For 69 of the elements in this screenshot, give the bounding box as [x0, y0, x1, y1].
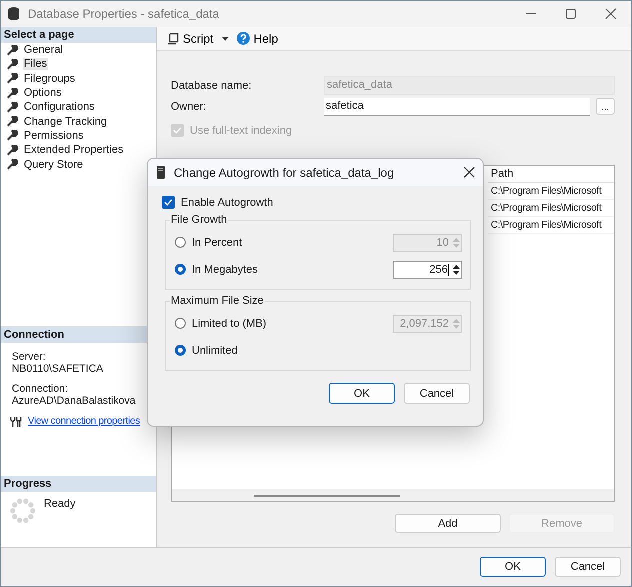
page-item[interactable]: Options [23, 87, 63, 100]
page-item[interactable]: Query Store [23, 158, 84, 171]
full-text-indexing-label: Use full-text indexing [190, 124, 292, 136]
enable-autogrowth-checkbox[interactable] [162, 196, 175, 209]
wrench-icon [7, 44, 18, 56]
dialog-button[interactable]: Cancel [404, 383, 470, 404]
radio-button[interactable] [175, 318, 186, 329]
radio-button[interactable] [175, 345, 186, 356]
grid-action-button[interactable]: Add [395, 514, 501, 533]
dialog-button[interactable]: OK [480, 557, 546, 577]
progress-status: Ready [44, 498, 76, 510]
wrench-icon [7, 116, 18, 128]
wrench-icon [7, 130, 18, 142]
option-label: In Megabytes [192, 264, 260, 276]
spinner-icon [10, 498, 36, 524]
browse-button[interactable]: ... [596, 98, 615, 115]
option-label: In Percent [192, 236, 244, 248]
owner-label: Owner: [171, 100, 208, 112]
help-icon [236, 32, 250, 45]
wrench-icon [7, 58, 18, 70]
database-icon [8, 7, 20, 21]
dialog-title: Change Autogrowth for safetica_data_log [174, 166, 394, 180]
page-item[interactable]: Permissions [23, 130, 85, 142]
group-title: File Growth [170, 214, 228, 226]
database-name-field: safetica_data [324, 76, 615, 95]
dropdown-caret-icon[interactable] [222, 36, 229, 40]
group-title: Maximum File Size [170, 295, 265, 307]
option-label: Limited to (MB) [192, 318, 268, 330]
page-item[interactable]: Files [23, 58, 48, 70]
dialog-button[interactable]: OK [329, 383, 395, 404]
server-icon [157, 166, 165, 179]
wrench-icon [7, 102, 18, 113]
path-cell-text: C:\Program Files\Microsoft [490, 220, 602, 230]
scrollbar-thumb[interactable] [254, 495, 400, 497]
path-cell-text: C:\Program Files\Microsoft [490, 186, 602, 196]
radio-button[interactable] [175, 237, 186, 248]
server-value: NB0110\SAFETICA [12, 363, 104, 375]
page-item[interactable]: Configurations [23, 101, 96, 114]
connection-value: AzureAD\DanaBalastikova [12, 395, 137, 407]
page-item[interactable]: Change Tracking [23, 116, 108, 128]
wrench-icon [7, 88, 18, 99]
column-header[interactable]: Path [488, 168, 514, 180]
page-item[interactable]: General [23, 44, 64, 56]
wrench-icon [7, 73, 18, 84]
wrench-icon [7, 144, 18, 156]
option-label: Unlimited [192, 344, 239, 356]
section-header: Progress [1, 476, 156, 492]
connection-label: Connection: [12, 383, 70, 395]
script-button[interactable]: Script [165, 32, 216, 46]
wrench-icon [7, 159, 18, 170]
owner-field[interactable]: safetica [324, 98, 590, 116]
page-item[interactable]: Extended Properties [23, 144, 125, 156]
plug-icon [10, 416, 22, 427]
close-icon[interactable] [464, 167, 475, 178]
server-label: Server: [12, 351, 47, 363]
dialog-button[interactable]: Cancel [555, 557, 621, 577]
section-header: Select a page [1, 27, 156, 43]
database-name-label: Database name: [171, 80, 253, 92]
page-item[interactable]: Filegroups [23, 72, 76, 85]
number-spinner[interactable]: 256 [393, 260, 462, 278]
radio-button[interactable] [175, 264, 186, 275]
help-button[interactable]: Help [234, 32, 280, 46]
enable-autogrowth-label: Enable Autogrowth [181, 196, 274, 208]
maximize-icon[interactable] [565, 8, 577, 20]
script-icon [167, 32, 179, 44]
close-icon[interactable] [605, 8, 617, 20]
view-connection-properties-link[interactable]: View connection properties [28, 416, 140, 427]
window-title: Database Properties - safetica_data [28, 7, 220, 21]
path-cell-text: C:\Program Files\Microsoft [490, 202, 602, 214]
